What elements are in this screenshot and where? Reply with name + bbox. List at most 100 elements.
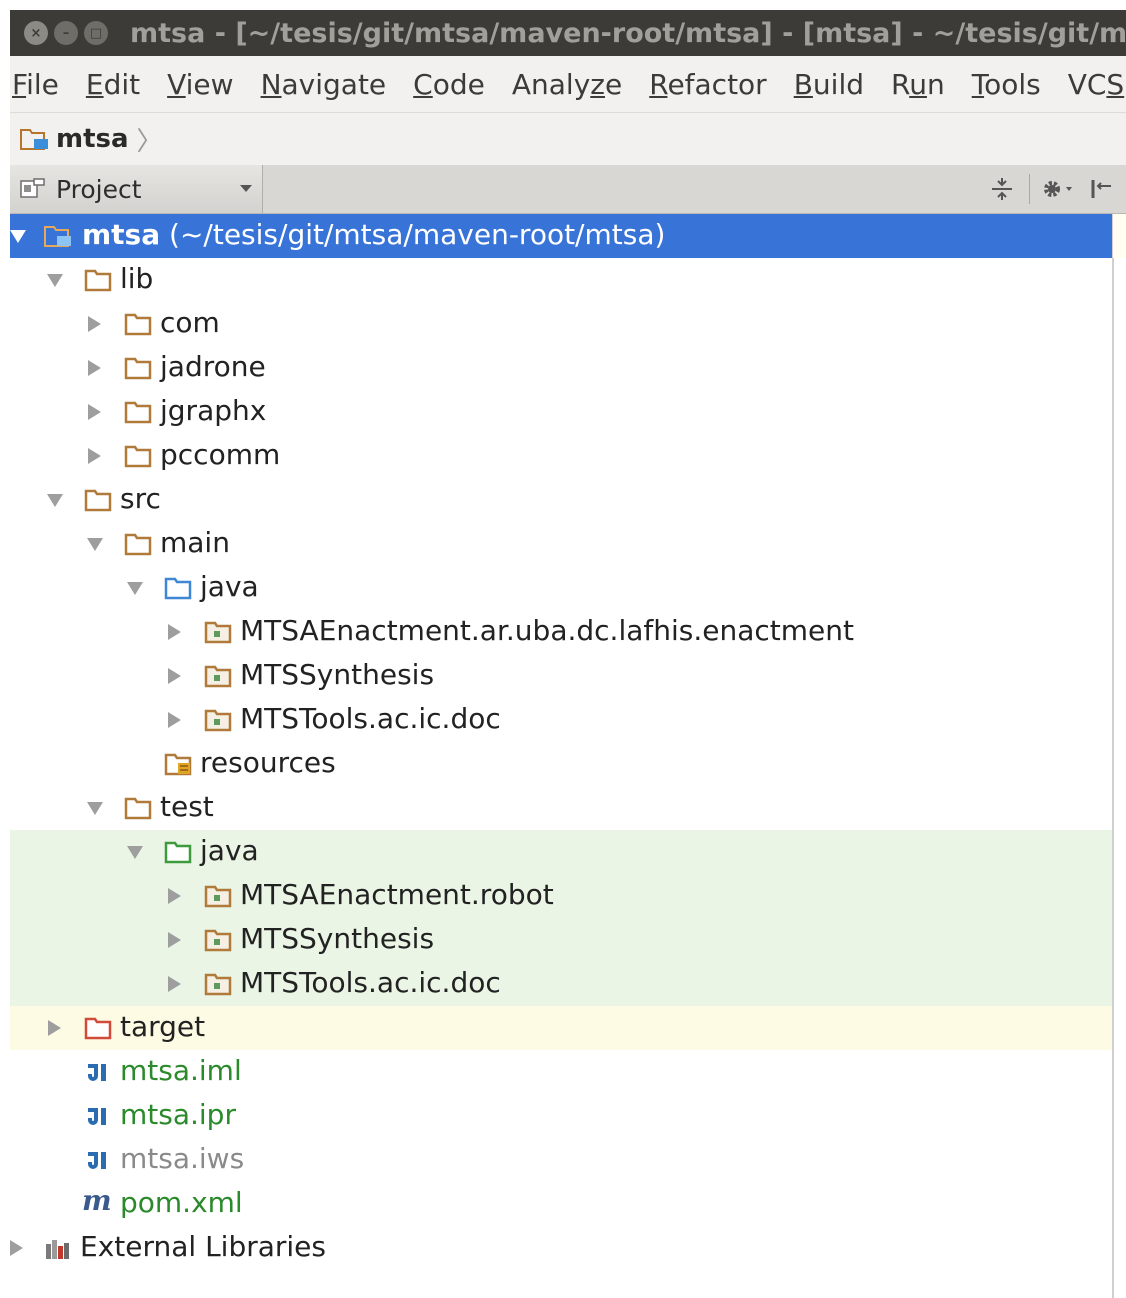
menu-label: ile bbox=[26, 67, 59, 101]
tree-node-file[interactable]: mtsa.iws bbox=[10, 1138, 1112, 1182]
window-controls: × – □ bbox=[24, 21, 108, 45]
expand-arrow-icon[interactable] bbox=[47, 274, 63, 287]
tree-node-test-root[interactable]: java bbox=[10, 830, 1112, 874]
project-view-icon bbox=[20, 178, 45, 198]
tree-node-folder[interactable]: jadrone bbox=[10, 346, 1112, 390]
menu-analyze[interactable]: Analyze bbox=[512, 68, 622, 101]
expand-arrow-icon[interactable] bbox=[168, 624, 181, 640]
menu-mnemonic: S bbox=[1106, 67, 1125, 101]
expand-arrow-icon[interactable] bbox=[88, 448, 101, 464]
menu-mnemonic: E bbox=[85, 67, 104, 101]
tree-node-label: MTSAEnactment.ar.uba.dc.lafhis.enactment bbox=[240, 614, 854, 647]
title-bar: × – □ mtsa - [~/tesis/git/mtsa/maven-roo… bbox=[10, 10, 1126, 56]
expand-arrow-icon[interactable] bbox=[168, 668, 181, 684]
breadcrumb-label: mtsa bbox=[56, 124, 129, 154]
menu-navigate[interactable]: Navigate bbox=[261, 68, 387, 101]
menu-refactor[interactable]: Refactor bbox=[649, 68, 766, 101]
tree-node-excluded-folder[interactable]: target bbox=[10, 1006, 1112, 1050]
menu-build[interactable]: Build bbox=[794, 68, 864, 101]
tree-node-label: lib bbox=[120, 262, 154, 295]
folder-icon bbox=[124, 357, 152, 380]
module-path: (~/tesis/git/mtsa/maven-root/mtsa) bbox=[169, 218, 666, 251]
tree-node-file[interactable]: mtsa.iml bbox=[10, 1050, 1112, 1094]
expand-arrow-icon[interactable] bbox=[88, 360, 101, 376]
menu-label: ools bbox=[984, 67, 1041, 101]
tree-node-folder[interactable]: pccomm bbox=[10, 434, 1112, 478]
expand-arrow-icon[interactable] bbox=[87, 538, 103, 551]
project-toolwindow-header: Project bbox=[10, 165, 1126, 214]
tree-node-file[interactable]: mtsa.ipr bbox=[10, 1094, 1112, 1138]
tree-node-folder[interactable]: jgraphx bbox=[10, 390, 1112, 434]
expand-arrow-icon[interactable] bbox=[48, 1020, 61, 1036]
tree-node-external-libraries[interactable]: External Libraries bbox=[10, 1226, 1112, 1270]
menu-mnemonic: V bbox=[167, 67, 186, 101]
tree-node-label: src bbox=[120, 482, 161, 515]
tree-node-resource-root[interactable]: resources bbox=[10, 742, 1112, 786]
tree-node-label: MTSSynthesis bbox=[240, 658, 435, 691]
module-name: mtsa bbox=[82, 218, 161, 251]
tree-node-source-root[interactable]: java bbox=[10, 566, 1112, 610]
menu-label: R bbox=[891, 67, 910, 101]
tree-node-folder[interactable]: lib bbox=[10, 258, 1112, 302]
navigation-bar: mtsa 〉 bbox=[10, 112, 1126, 166]
package-icon bbox=[204, 709, 232, 732]
menu-vcs[interactable]: VCS bbox=[1068, 68, 1125, 101]
tree-node-package[interactable]: MTSAEnactment.robot bbox=[10, 874, 1112, 918]
tree-node-root[interactable]: mtsa (~/tesis/git/mtsa/maven-root/mtsa) bbox=[10, 214, 1112, 258]
expand-arrow-icon[interactable] bbox=[168, 932, 181, 948]
expand-arrow-icon[interactable] bbox=[88, 316, 101, 332]
menu-label: e bbox=[605, 67, 623, 101]
module-folder-icon bbox=[20, 129, 48, 150]
tree-node-label: test bbox=[160, 790, 214, 823]
expand-arrow-icon[interactable] bbox=[127, 846, 143, 859]
menu-edit[interactable]: Edit bbox=[86, 68, 140, 101]
tree-node-folder[interactable]: main bbox=[10, 522, 1112, 566]
menu-code[interactable]: Code bbox=[413, 68, 485, 101]
tree-node-label: MTSTools.ac.ic.doc bbox=[240, 702, 501, 735]
tree-node-package[interactable]: MTSAEnactment.ar.uba.dc.lafhis.enactment bbox=[10, 610, 1112, 654]
tree-node-label: mtsa (~/tesis/git/mtsa/maven-root/mtsa) bbox=[82, 218, 665, 251]
tree-node-label: MTSAEnactment.robot bbox=[240, 878, 554, 911]
menu-file[interactable]: File bbox=[12, 68, 59, 101]
menu-mnemonic: R bbox=[649, 67, 668, 101]
excluded-folder-icon bbox=[84, 1017, 112, 1040]
expand-arrow-icon[interactable] bbox=[10, 230, 26, 243]
menu-tools[interactable]: Tools bbox=[972, 68, 1041, 101]
menu-run[interactable]: Run bbox=[891, 68, 945, 101]
tree-node-label: pom.xml bbox=[120, 1186, 243, 1219]
project-view-selector[interactable]: Project bbox=[10, 165, 263, 213]
menu-view[interactable]: View bbox=[167, 68, 233, 101]
expand-arrow-icon[interactable] bbox=[168, 976, 181, 992]
package-icon bbox=[204, 929, 232, 952]
tree-node-label: jadrone bbox=[160, 350, 266, 383]
gear-icon bbox=[1044, 181, 1072, 197]
hide-panel-button[interactable] bbox=[1084, 172, 1118, 206]
settings-button[interactable] bbox=[1040, 172, 1074, 206]
source-folder-icon bbox=[164, 577, 192, 600]
menu-label: ode bbox=[432, 67, 485, 101]
expand-arrow-icon[interactable] bbox=[87, 802, 103, 815]
expand-arrow-icon[interactable] bbox=[168, 712, 181, 728]
tree-node-package[interactable]: MTSTools.ac.ic.doc bbox=[10, 698, 1112, 742]
scrollbar-track[interactable] bbox=[1113, 214, 1126, 258]
collapse-all-button[interactable] bbox=[985, 172, 1019, 206]
window-maximize-button[interactable]: □ bbox=[84, 21, 108, 45]
window-close-button[interactable]: × bbox=[24, 21, 48, 45]
tree-node-file[interactable]: m pom.xml bbox=[10, 1182, 1112, 1226]
menu-label: iew bbox=[185, 67, 234, 101]
expand-arrow-icon[interactable] bbox=[88, 404, 101, 420]
tree-node-folder[interactable]: test bbox=[10, 786, 1112, 830]
tree-node-folder[interactable]: com bbox=[10, 302, 1112, 346]
libraries-icon bbox=[46, 1240, 69, 1259]
expand-arrow-icon[interactable] bbox=[10, 1240, 23, 1256]
expand-arrow-icon[interactable] bbox=[127, 582, 143, 595]
breadcrumb-mtsa[interactable]: mtsa 〉 bbox=[20, 121, 163, 158]
tree-node-folder[interactable]: src bbox=[10, 478, 1112, 522]
expand-arrow-icon[interactable] bbox=[168, 888, 181, 904]
window-minimize-button[interactable]: – bbox=[54, 21, 78, 45]
tree-node-package[interactable]: MTSSynthesis bbox=[10, 918, 1112, 962]
tree-node-package[interactable]: MTSSynthesis bbox=[10, 654, 1112, 698]
tree-node-package[interactable]: MTSTools.ac.ic.doc bbox=[10, 962, 1112, 1006]
expand-arrow-icon[interactable] bbox=[47, 494, 63, 507]
tree-node-label: pccomm bbox=[160, 438, 281, 471]
